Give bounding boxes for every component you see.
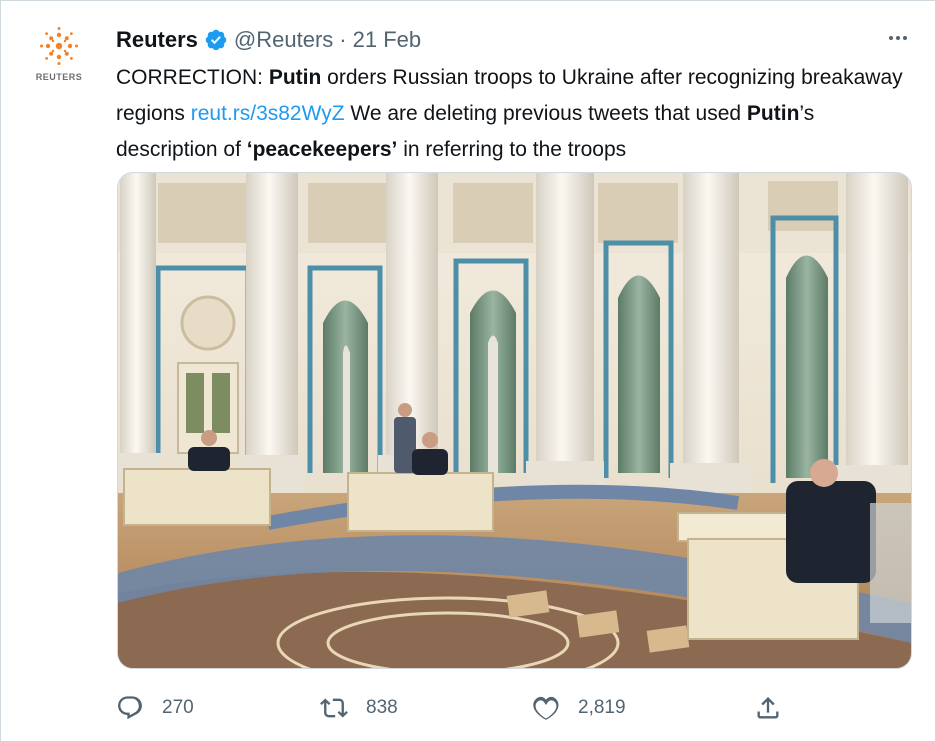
tweet-text-bold: ‘peacekeepers’: [246, 138, 398, 161]
photo-kremlin-hall: [118, 173, 911, 668]
reuters-logo-wordmark: REUTERS: [35, 72, 83, 82]
more-icon[interactable]: [886, 26, 910, 50]
share-icon: [757, 697, 779, 719]
retweet-icon: [320, 698, 348, 718]
retweet-button[interactable]: 838: [320, 688, 398, 728]
tweet-text-segment: We are deleting previous tweets that use…: [344, 102, 747, 125]
verified-badge-icon: [205, 29, 227, 51]
like-count: 2,819: [578, 697, 626, 718]
tweet-text: CORRECTION: Putin orders Russian troops …: [116, 60, 906, 168]
share-button[interactable]: [754, 688, 782, 728]
tweet-header: Reuters @Reuters · 21 Feb: [116, 25, 421, 55]
reply-button[interactable]: 270: [116, 688, 194, 728]
header-separator: ·: [339, 27, 347, 52]
tweet-text-segment: in referring to the troops: [397, 138, 627, 161]
tweet-link[interactable]: reut.rs/3s82WyZ: [191, 102, 345, 125]
reply-icon: [118, 696, 142, 720]
tweet-text-segment: CORRECTION:: [116, 66, 269, 89]
retweet-count: 838: [366, 697, 398, 718]
tweet-actions: 270 838 2,819: [116, 688, 796, 728]
tweet-media-photo[interactable]: [117, 172, 912, 669]
tweet-date[interactable]: 21 Feb: [353, 27, 422, 53]
account-handle[interactable]: @Reuters: [234, 27, 333, 53]
tweet-text-bold: Putin: [746, 102, 800, 125]
reply-count: 270: [162, 697, 194, 718]
heart-icon: [533, 696, 559, 720]
like-button[interactable]: 2,819: [532, 688, 626, 728]
account-name[interactable]: Reuters: [116, 27, 198, 53]
tweet-text-bold: Putin: [268, 66, 322, 89]
